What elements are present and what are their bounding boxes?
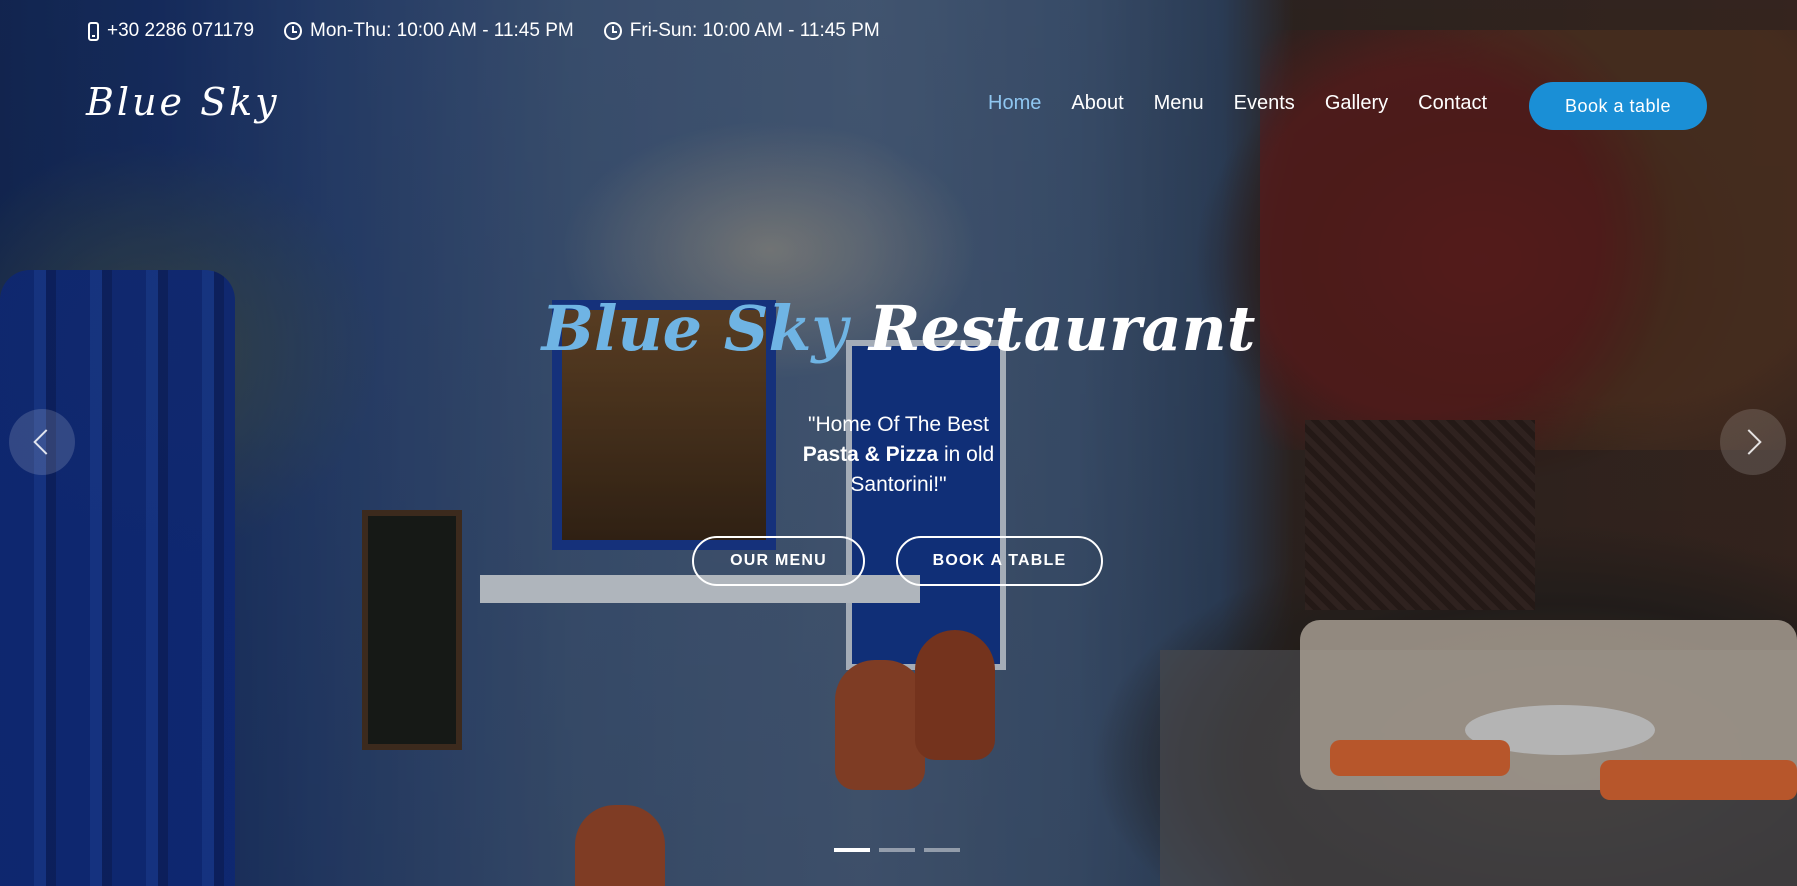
tagline-rest: in old bbox=[938, 443, 995, 466]
hours-weekend-item: Fri-Sun: 10:00 AM - 11:45 PM bbox=[603, 20, 880, 42]
nav-gallery[interactable]: Gallery bbox=[1325, 92, 1388, 115]
carousel-dot-3[interactable] bbox=[924, 848, 960, 852]
nav-events[interactable]: Events bbox=[1234, 92, 1295, 115]
hours-weekday: Mon-Thu: 10:00 AM - 11:45 PM bbox=[310, 20, 574, 41]
carousel-prev-button[interactable] bbox=[9, 409, 75, 475]
clock-icon bbox=[603, 22, 622, 40]
chevron-left-icon bbox=[33, 429, 59, 455]
clock-icon bbox=[284, 22, 303, 40]
tagline-bold: Pasta & Pizza bbox=[802, 443, 939, 466]
site-logo[interactable]: Blue Sky bbox=[86, 80, 280, 124]
hero-title-white: Restaurant bbox=[869, 292, 1256, 365]
phone-number: +30 2286 071179 bbox=[107, 20, 255, 41]
our-menu-button[interactable]: OUR MENU bbox=[692, 536, 865, 586]
tagline-line-3: Santorini!" bbox=[850, 473, 947, 496]
nav-about[interactable]: About bbox=[1071, 92, 1123, 115]
main-nav: Home About Menu Events Gallery Contact bbox=[988, 92, 1517, 115]
hero-tagline: "Home Of The Best Pasta & Pizza in old S… bbox=[0, 410, 1797, 500]
nav-home[interactable]: Home bbox=[988, 92, 1041, 115]
book-table-button[interactable]: Book a table bbox=[1529, 82, 1707, 130]
nav-menu[interactable]: Menu bbox=[1154, 92, 1204, 115]
contact-bar: +30 2286 071179 Mon-Thu: 10:00 AM - 11:4… bbox=[88, 18, 880, 44]
tagline-line-2: Pasta & Pizza in old bbox=[0, 440, 1797, 470]
chevron-right-icon bbox=[1736, 429, 1762, 455]
hours-weekday-item: Mon-Thu: 10:00 AM - 11:45 PM bbox=[284, 20, 574, 42]
phone-icon bbox=[88, 21, 99, 41]
hero-title-blue: Blue Sky bbox=[541, 292, 848, 365]
hero-slider: +30 2286 071179 Mon-Thu: 10:00 AM - 11:4… bbox=[0, 0, 1797, 886]
tagline-line-1: "Home Of The Best bbox=[808, 413, 989, 436]
phone-item[interactable]: +30 2286 071179 bbox=[88, 20, 254, 42]
carousel-dot-2[interactable] bbox=[879, 848, 915, 852]
carousel-indicators bbox=[834, 848, 960, 852]
hours-weekend: Fri-Sun: 10:00 AM - 11:45 PM bbox=[629, 20, 880, 41]
nav-contact[interactable]: Contact bbox=[1418, 92, 1487, 115]
book-a-table-cta-button[interactable]: BOOK A TABLE bbox=[896, 536, 1103, 586]
carousel-dot-1[interactable] bbox=[834, 848, 870, 852]
hero-title: Blue Sky Restaurant bbox=[0, 292, 1797, 365]
carousel-next-button[interactable] bbox=[1720, 409, 1786, 475]
